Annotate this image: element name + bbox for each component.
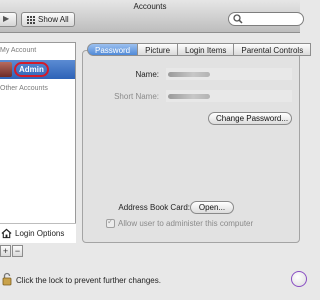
- house-icon: [0, 228, 12, 239]
- account-name: Admin: [14, 62, 49, 77]
- show-all-button[interactable]: Show All: [21, 12, 75, 27]
- change-password-button[interactable]: Change Password...: [208, 112, 292, 125]
- tab-picture[interactable]: Picture: [137, 43, 179, 56]
- forward-arrow-icon: ▶: [3, 14, 10, 23]
- avatar: [0, 62, 12, 77]
- forward-button[interactable]: ▶: [0, 12, 17, 27]
- name-label: Name:: [135, 70, 159, 79]
- lock-status-text: Click the lock to prevent further change…: [16, 276, 161, 285]
- login-options-item[interactable]: Login Options: [0, 223, 76, 243]
- accounts-list: My Account Admin Other Accounts: [0, 42, 76, 243]
- name-field[interactable]: [166, 68, 292, 80]
- short-name-label: Short Name:: [114, 92, 159, 101]
- open-button[interactable]: Open...: [190, 201, 234, 214]
- lock-icon[interactable]: [2, 272, 12, 286]
- account-buttons: + −: [0, 245, 23, 257]
- tab-password[interactable]: Password: [87, 43, 139, 56]
- tab-bar: Password Picture Login Items Parental Co…: [87, 43, 312, 56]
- add-account-button[interactable]: +: [0, 245, 11, 257]
- my-account-header: My Account: [0, 47, 37, 54]
- allow-admin-label: Allow user to administer this computer: [118, 219, 254, 228]
- address-book-label: Address Book Card:: [118, 203, 190, 212]
- remove-account-button[interactable]: −: [12, 245, 23, 257]
- login-options-label: Login Options: [15, 229, 65, 238]
- tab-parental-controls[interactable]: Parental Controls: [233, 43, 312, 56]
- allow-admin-checkbox: [106, 217, 115, 228]
- short-name-field: [166, 90, 292, 102]
- grid-icon: [27, 15, 35, 24]
- other-accounts-header: Other Accounts: [0, 85, 48, 92]
- redacted-value: [168, 94, 210, 99]
- show-all-label: Show All: [38, 15, 69, 24]
- search-icon: [233, 14, 243, 24]
- allow-admin-option: Allow user to administer this computer: [106, 217, 254, 228]
- window-title: Accounts: [133, 2, 167, 11]
- search-input[interactable]: [228, 12, 304, 26]
- account-row-admin[interactable]: Admin: [0, 60, 75, 79]
- help-icon[interactable]: [291, 271, 307, 287]
- redacted-value: [168, 72, 210, 77]
- tab-login-items[interactable]: Login Items: [177, 43, 235, 56]
